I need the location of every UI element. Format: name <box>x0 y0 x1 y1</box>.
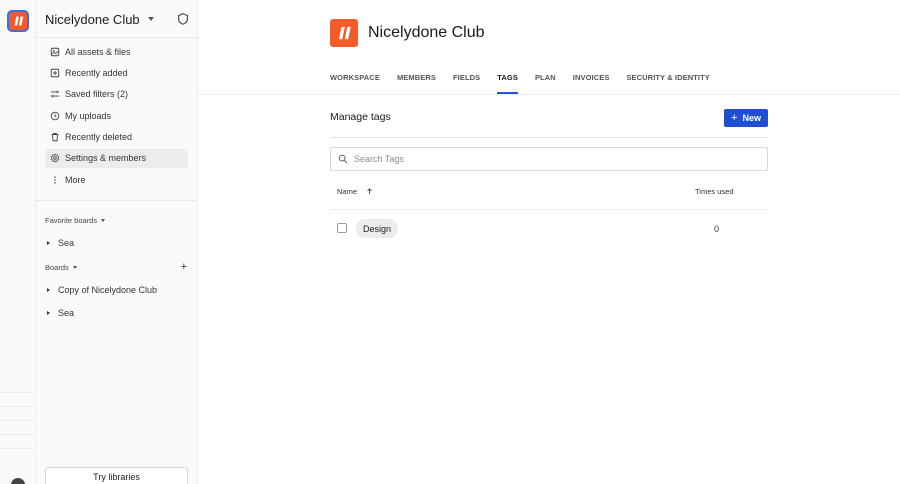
filter-icon <box>50 89 60 99</box>
favorite-boards-label: Favorite boards <box>45 215 98 225</box>
favorite-boards-header[interactable]: Favorite boards <box>45 214 188 226</box>
boards-header[interactable]: Boards + <box>45 261 188 273</box>
search-tags-input[interactable] <box>354 154 754 164</box>
sidebar-item-settings-members[interactable]: Settings & members <box>45 148 188 168</box>
board-item[interactable]: Sea <box>47 306 74 320</box>
sidebar-item-label: Saved filters (2) <box>65 89 129 100</box>
sidebar-item-saved-filters[interactable]: Saved filters (2) <box>45 85 188 104</box>
sidebar-item-recently-deleted[interactable]: Recently deleted <box>45 128 188 147</box>
sidebar-divider <box>36 37 198 38</box>
board-item[interactable]: Copy of Nicelydone Club <box>47 283 157 297</box>
page-title: Nicelydone Club <box>368 24 485 41</box>
new-tag-button[interactable]: + New <box>724 109 768 127</box>
column-header-label: Name <box>337 187 358 196</box>
sidebar-item-all-assets[interactable]: All assets & files <box>45 42 188 61</box>
expand-arrow-icon[interactable] <box>47 241 50 245</box>
sidebar-item-label: More <box>65 174 86 185</box>
search-icon <box>338 154 348 164</box>
workspace-switcher[interactable]: Nicelydone Club <box>45 10 190 28</box>
table-header-divider <box>330 209 768 210</box>
chevron-down-icon <box>72 265 77 269</box>
tag-pill[interactable]: Design <box>356 219 399 238</box>
tab-invoices[interactable]: INVOICES <box>573 73 610 94</box>
sidebar-item-label: My uploads <box>65 110 112 121</box>
sidebar-item-label: Recently added <box>65 67 128 78</box>
add-board-icon[interactable]: + <box>181 261 187 273</box>
column-header-name[interactable]: Name <box>337 187 373 196</box>
rail-divider <box>0 448 35 449</box>
tab-workspace[interactable]: WORKSPACE <box>330 73 380 94</box>
column-header-times-used[interactable]: Times used <box>695 187 734 196</box>
sidebar-item-label: Settings & members <box>65 153 147 164</box>
sidebar-item-my-uploads[interactable]: My uploads <box>45 106 188 125</box>
row-checkbox[interactable] <box>337 223 347 233</box>
section-divider <box>330 137 768 138</box>
chevron-down-icon <box>147 17 154 21</box>
app-logo-icon[interactable] <box>7 10 29 32</box>
rail-divider <box>0 420 35 421</box>
settings-tabs: WORKSPACE MEMBERS FIELDS TAGS PLAN INVOI… <box>330 73 727 95</box>
gear-icon <box>50 153 60 164</box>
plus-square-icon <box>50 68 60 78</box>
expand-arrow-icon[interactable] <box>47 311 50 315</box>
sidebar-nav: All assets & files Recently added Saved … <box>45 42 188 192</box>
search-tags-field[interactable] <box>330 147 768 171</box>
board-label: Sea <box>58 238 75 248</box>
try-libraries-button[interactable]: Try libraries <box>45 467 188 484</box>
trash-icon <box>50 132 60 142</box>
sidebar: Nicelydone Club All assets & files Recen… <box>36 0 198 484</box>
assets-icon <box>50 47 60 57</box>
sidebar-item-more[interactable]: More <box>45 170 188 189</box>
sidebar-item-label: Recently deleted <box>65 132 133 143</box>
sidebar-divider <box>36 200 198 201</box>
clock-icon <box>50 111 60 121</box>
expand-arrow-icon[interactable] <box>47 288 50 292</box>
rail-divider <box>0 434 35 435</box>
rail-divider <box>0 406 35 407</box>
tab-tags[interactable]: TAGS <box>497 73 518 94</box>
help-icon[interactable] <box>11 478 25 484</box>
tabs-divider <box>198 94 900 95</box>
board-label: Sea <box>58 308 75 318</box>
plus-icon: + <box>731 112 738 124</box>
section-title: Manage tags <box>330 111 391 123</box>
main-content: Nicelydone Club WORKSPACE MEMBERS FIELDS… <box>198 0 900 484</box>
app-rail <box>0 0 36 484</box>
rail-divider <box>0 392 35 393</box>
favorite-board-item[interactable]: Sea <box>47 236 74 250</box>
workspace-name: Nicelydone Club <box>45 11 140 27</box>
new-button-label: New <box>742 113 761 123</box>
tab-plan[interactable]: PLAN <box>535 73 556 94</box>
times-used-value: 0 <box>714 224 720 234</box>
tab-members[interactable]: MEMBERS <box>397 73 436 94</box>
workspace-logo-icon <box>330 19 358 47</box>
chevron-down-icon <box>101 218 106 222</box>
tab-security-identity[interactable]: SECURITY & IDENTITY <box>626 73 709 94</box>
more-vertical-icon <box>50 175 60 185</box>
sidebar-item-recently-added[interactable]: Recently added <box>45 63 188 82</box>
board-label: Copy of Nicelydone Club <box>58 285 158 295</box>
sidebar-item-label: All assets & files <box>65 46 131 57</box>
tab-fields[interactable]: FIELDS <box>453 73 480 94</box>
sort-ascending-icon[interactable] <box>366 188 373 195</box>
shield-icon[interactable] <box>176 12 190 26</box>
boards-label: Boards <box>45 262 69 272</box>
